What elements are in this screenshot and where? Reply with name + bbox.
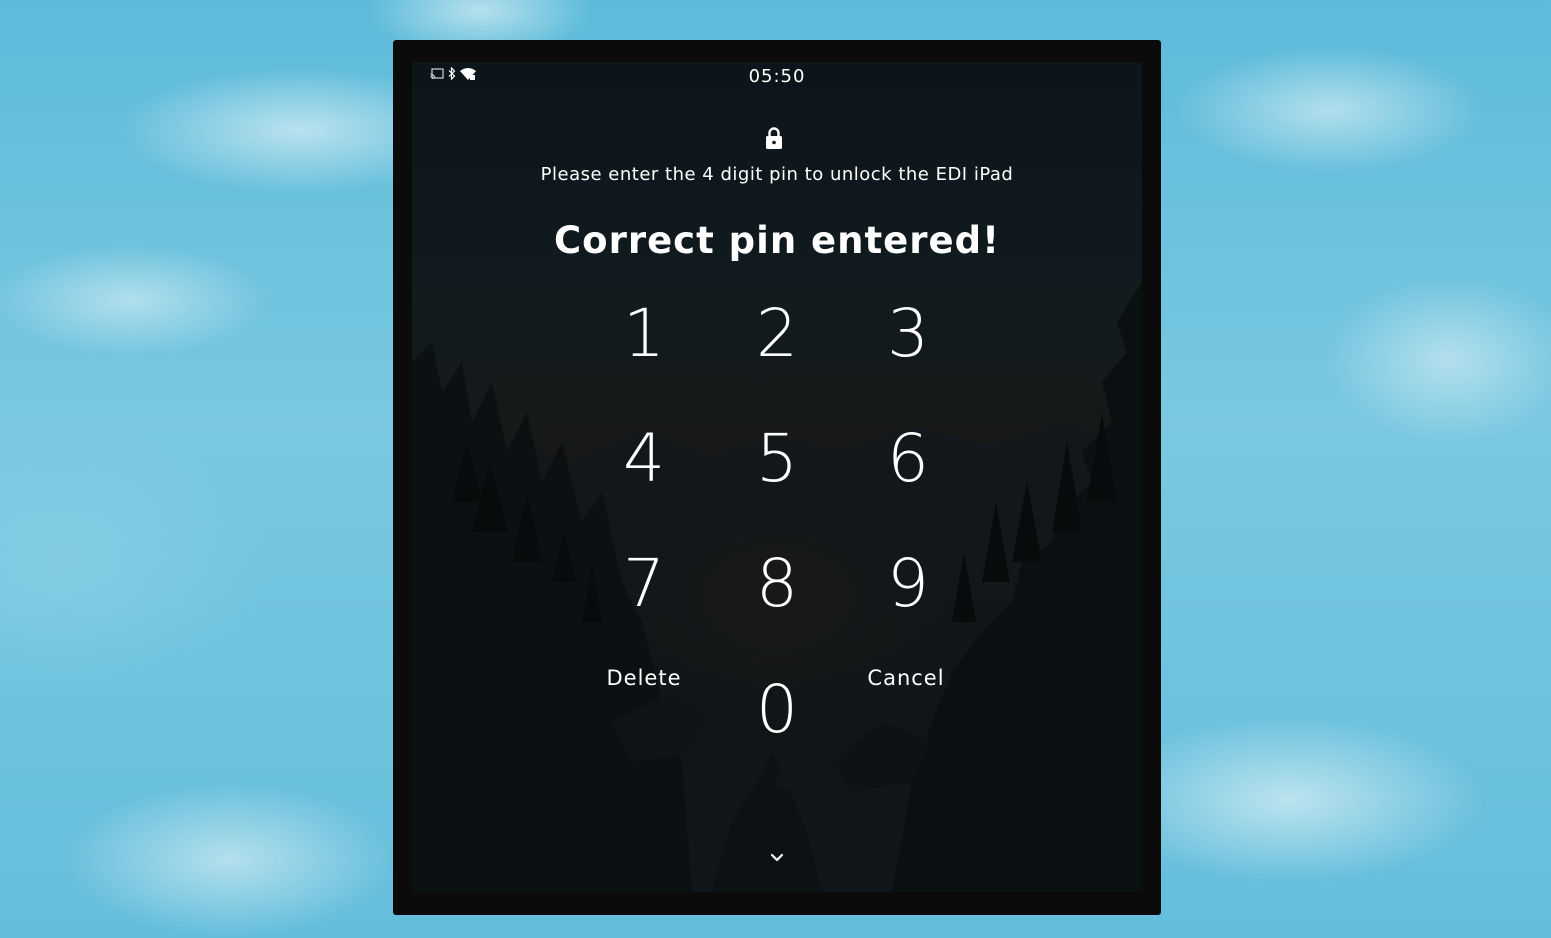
keypad-key-8[interactable]: 8	[732, 544, 822, 624]
pin-status-message: Correct pin entered!	[554, 219, 1000, 262]
keypad-key-7[interactable]: 7	[599, 544, 689, 624]
delete-button[interactable]: Delete	[589, 663, 699, 693]
lock-icon	[766, 127, 782, 149]
keypad-key-9[interactable]: 9	[863, 544, 953, 624]
keypad-key-3[interactable]: 3	[863, 294, 953, 374]
tablet-screen: 05:50 Please enter the 4 digit pin to un…	[412, 62, 1142, 892]
chevron-down-icon[interactable]	[768, 852, 786, 864]
cancel-button[interactable]: Cancel	[851, 663, 961, 693]
tablet-frame: 05:50 Please enter the 4 digit pin to un…	[393, 40, 1161, 915]
keypad-key-2[interactable]: 2	[732, 294, 822, 374]
pin-prompt: Please enter the 4 digit pin to unlock t…	[540, 164, 1014, 185]
status-time: 05:50	[748, 66, 806, 87]
keypad-key-6[interactable]: 6	[863, 419, 953, 499]
keypad-key-1[interactable]: 1	[599, 294, 689, 374]
keypad-key-4[interactable]: 4	[599, 419, 689, 499]
keypad-key-0[interactable]: 0	[732, 670, 822, 750]
keypad-key-5[interactable]: 5	[732, 419, 822, 499]
